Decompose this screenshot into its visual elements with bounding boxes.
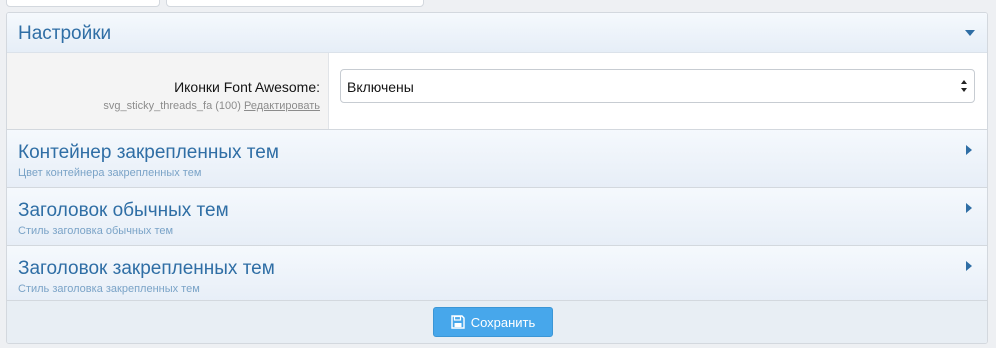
group-normal-title[interactable]: Заголовок обычных тем Стиль заголовка об… (7, 188, 987, 246)
group-title: Контейнер закрепленных тем (18, 142, 279, 163)
group-desc: Цвет контейнера закрепленных тем (18, 167, 202, 179)
chevron-right-icon[interactable] (966, 261, 972, 271)
group-sticky-container[interactable]: Контейнер закрепленных тем Цвет контейне… (7, 130, 987, 188)
save-button[interactable]: Сохранить (433, 307, 553, 337)
chevron-down-icon[interactable] (965, 30, 975, 36)
top-tab-left[interactable] (6, 0, 160, 7)
group-sticky-title[interactable]: Заголовок закрепленных тем Стиль заголов… (7, 246, 987, 304)
floppy-disk-icon (450, 315, 465, 329)
settings-panel: Настройки Иконки Font Awesome: svg_stick… (6, 12, 988, 344)
group-title: Заголовок закрепленных тем (18, 258, 275, 279)
chevron-right-icon[interactable] (966, 203, 972, 213)
option-label-cell: Иконки Font Awesome: svg_sticky_threads_… (7, 53, 329, 129)
save-button-label: Сохранить (470, 314, 536, 330)
chevron-right-icon[interactable] (966, 145, 972, 155)
option-hint: svg_sticky_threads_fa (100) Редактироват… (103, 100, 320, 112)
group-desc: Стиль заголовка обычных тем (18, 225, 174, 237)
select-value: Включены (347, 79, 414, 95)
select-arrows-icon (961, 80, 969, 94)
option-value-cell: Включены (329, 53, 987, 129)
top-tab-right[interactable] (166, 0, 424, 7)
form-footer: Сохранить (7, 300, 987, 343)
settings-section-header[interactable]: Настройки (7, 13, 987, 53)
option-row-font-awesome: Иконки Font Awesome: svg_sticky_threads_… (7, 53, 987, 130)
edit-link[interactable]: Редактировать (244, 100, 320, 112)
group-title: Заголовок обычных тем (18, 200, 229, 221)
settings-section-title: Настройки (18, 23, 112, 44)
group-desc: Стиль заголовка закрепленных тем (18, 283, 200, 295)
option-label: Иконки Font Awesome: (174, 79, 320, 95)
font-awesome-select[interactable]: Включены (340, 69, 975, 103)
option-hint-text: svg_sticky_threads_fa (100) (103, 100, 241, 112)
